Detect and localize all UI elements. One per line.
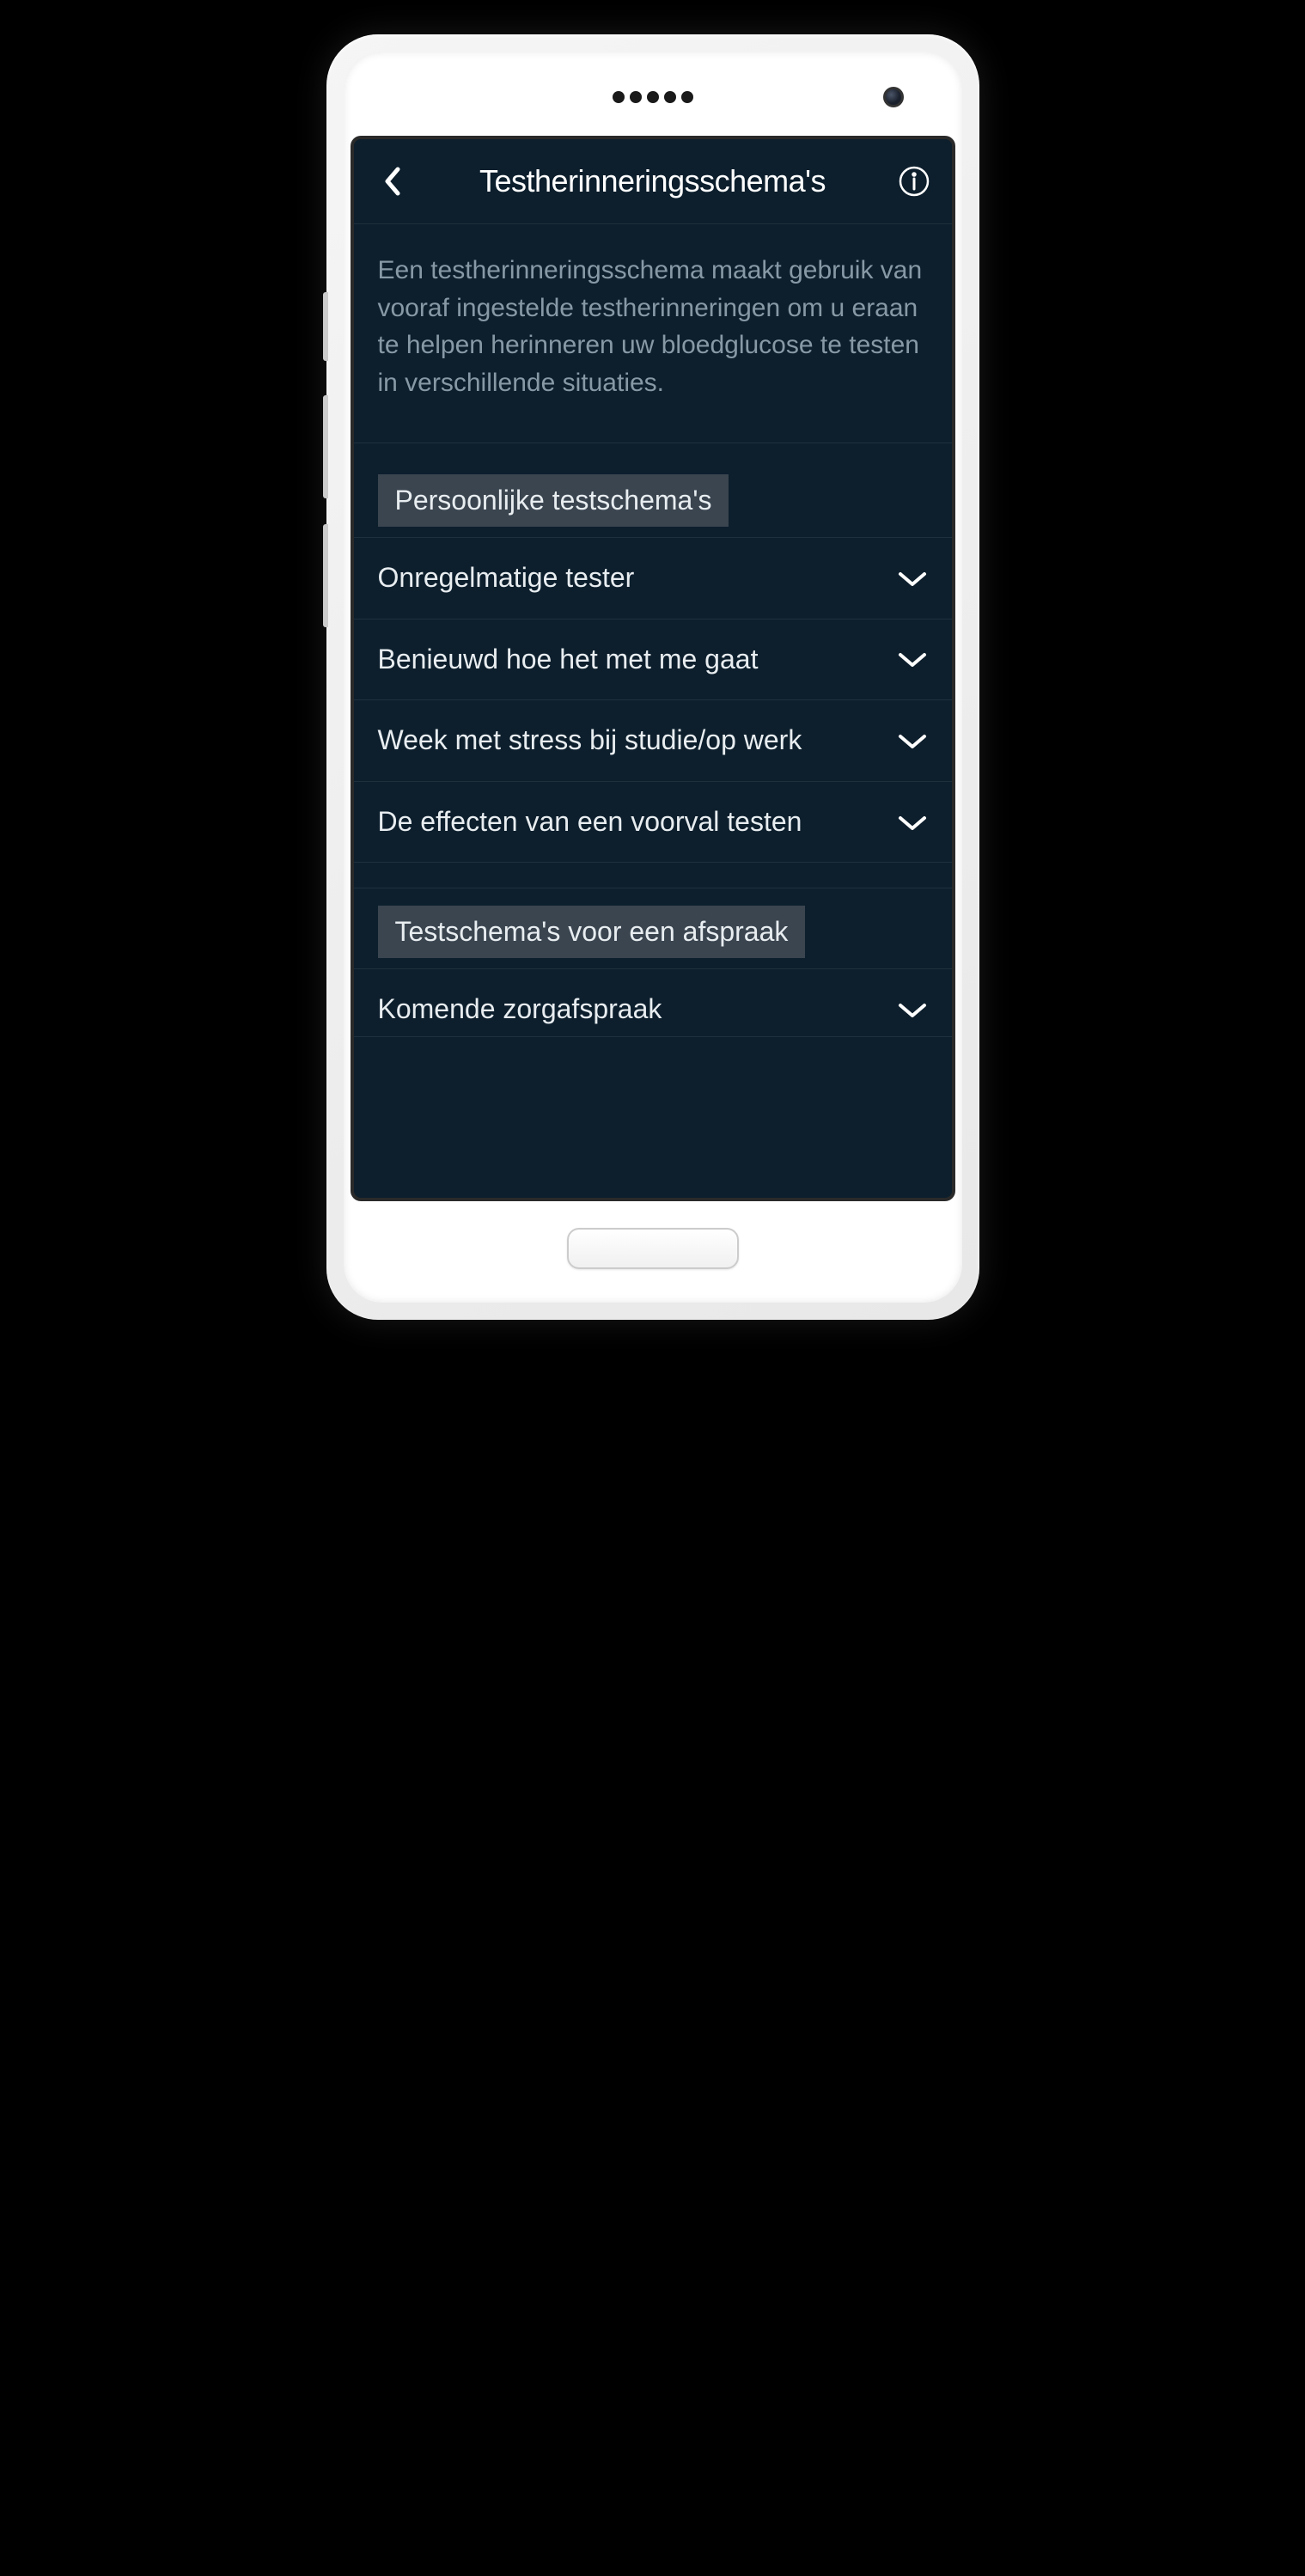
app-screen: Testherinneringsschema's Een testherinne…	[351, 136, 955, 1201]
list-item-upcoming-appointment[interactable]: Komende zorgafspraak	[354, 969, 952, 1037]
chevron-left-icon	[382, 166, 401, 197]
info-button[interactable]	[897, 164, 931, 198]
chevron-down-icon	[897, 1000, 928, 1019]
list-item-label: De effecten van een voorval testen	[378, 804, 897, 840]
side-button	[323, 292, 328, 361]
app-header: Testherinneringsschema's	[354, 139, 952, 224]
list-item-test-effects[interactable]: De effecten van een voorval testen	[354, 782, 952, 864]
page-title: Testherinneringsschema's	[409, 163, 897, 199]
section-spacer	[354, 863, 952, 888]
list-item-stress-week[interactable]: Week met stress bij studie/op werk	[354, 700, 952, 782]
list-item-label: Week met stress bij studie/op werk	[378, 723, 897, 759]
phone-top-bezel	[351, 58, 955, 136]
list-item-curious-how-doing[interactable]: Benieuwd hoe het met me gaat	[354, 620, 952, 701]
description-section: Een testherinneringsschema maakt gebruik…	[354, 224, 952, 443]
back-button[interactable]	[375, 164, 409, 198]
chevron-down-icon	[897, 569, 928, 588]
volume-down-button	[323, 524, 328, 627]
volume-up-button	[323, 395, 328, 498]
chevron-down-icon	[897, 813, 928, 832]
camera-icon	[883, 87, 904, 107]
section-header-appointment: Testschema's voor een afspraak	[354, 888, 952, 969]
phone-inner: Testherinneringsschema's Een testherinne…	[344, 52, 962, 1303]
chevron-down-icon	[897, 650, 928, 668]
home-button[interactable]	[567, 1228, 739, 1269]
speaker-icon	[613, 91, 693, 103]
list-item-label: Onregelmatige tester	[378, 560, 897, 596]
chevron-down-icon	[897, 731, 928, 750]
list-item-label: Benieuwd hoe het met me gaat	[378, 642, 897, 678]
list-item-irregular-tester[interactable]: Onregelmatige tester	[354, 538, 952, 620]
list-item-label: Komende zorgafspraak	[378, 992, 897, 1028]
info-icon	[898, 165, 930, 198]
section-title-personal: Persoonlijke testschema's	[378, 474, 729, 527]
description-text: Een testherinneringsschema maakt gebruik…	[378, 252, 928, 401]
section-header-personal: Persoonlijke testschema's	[354, 443, 952, 538]
section-title-appointment: Testschema's voor een afspraak	[378, 906, 806, 958]
phone-bottom-bezel	[351, 1201, 955, 1296]
phone-frame: Testherinneringsschema's Een testherinne…	[326, 34, 979, 1320]
